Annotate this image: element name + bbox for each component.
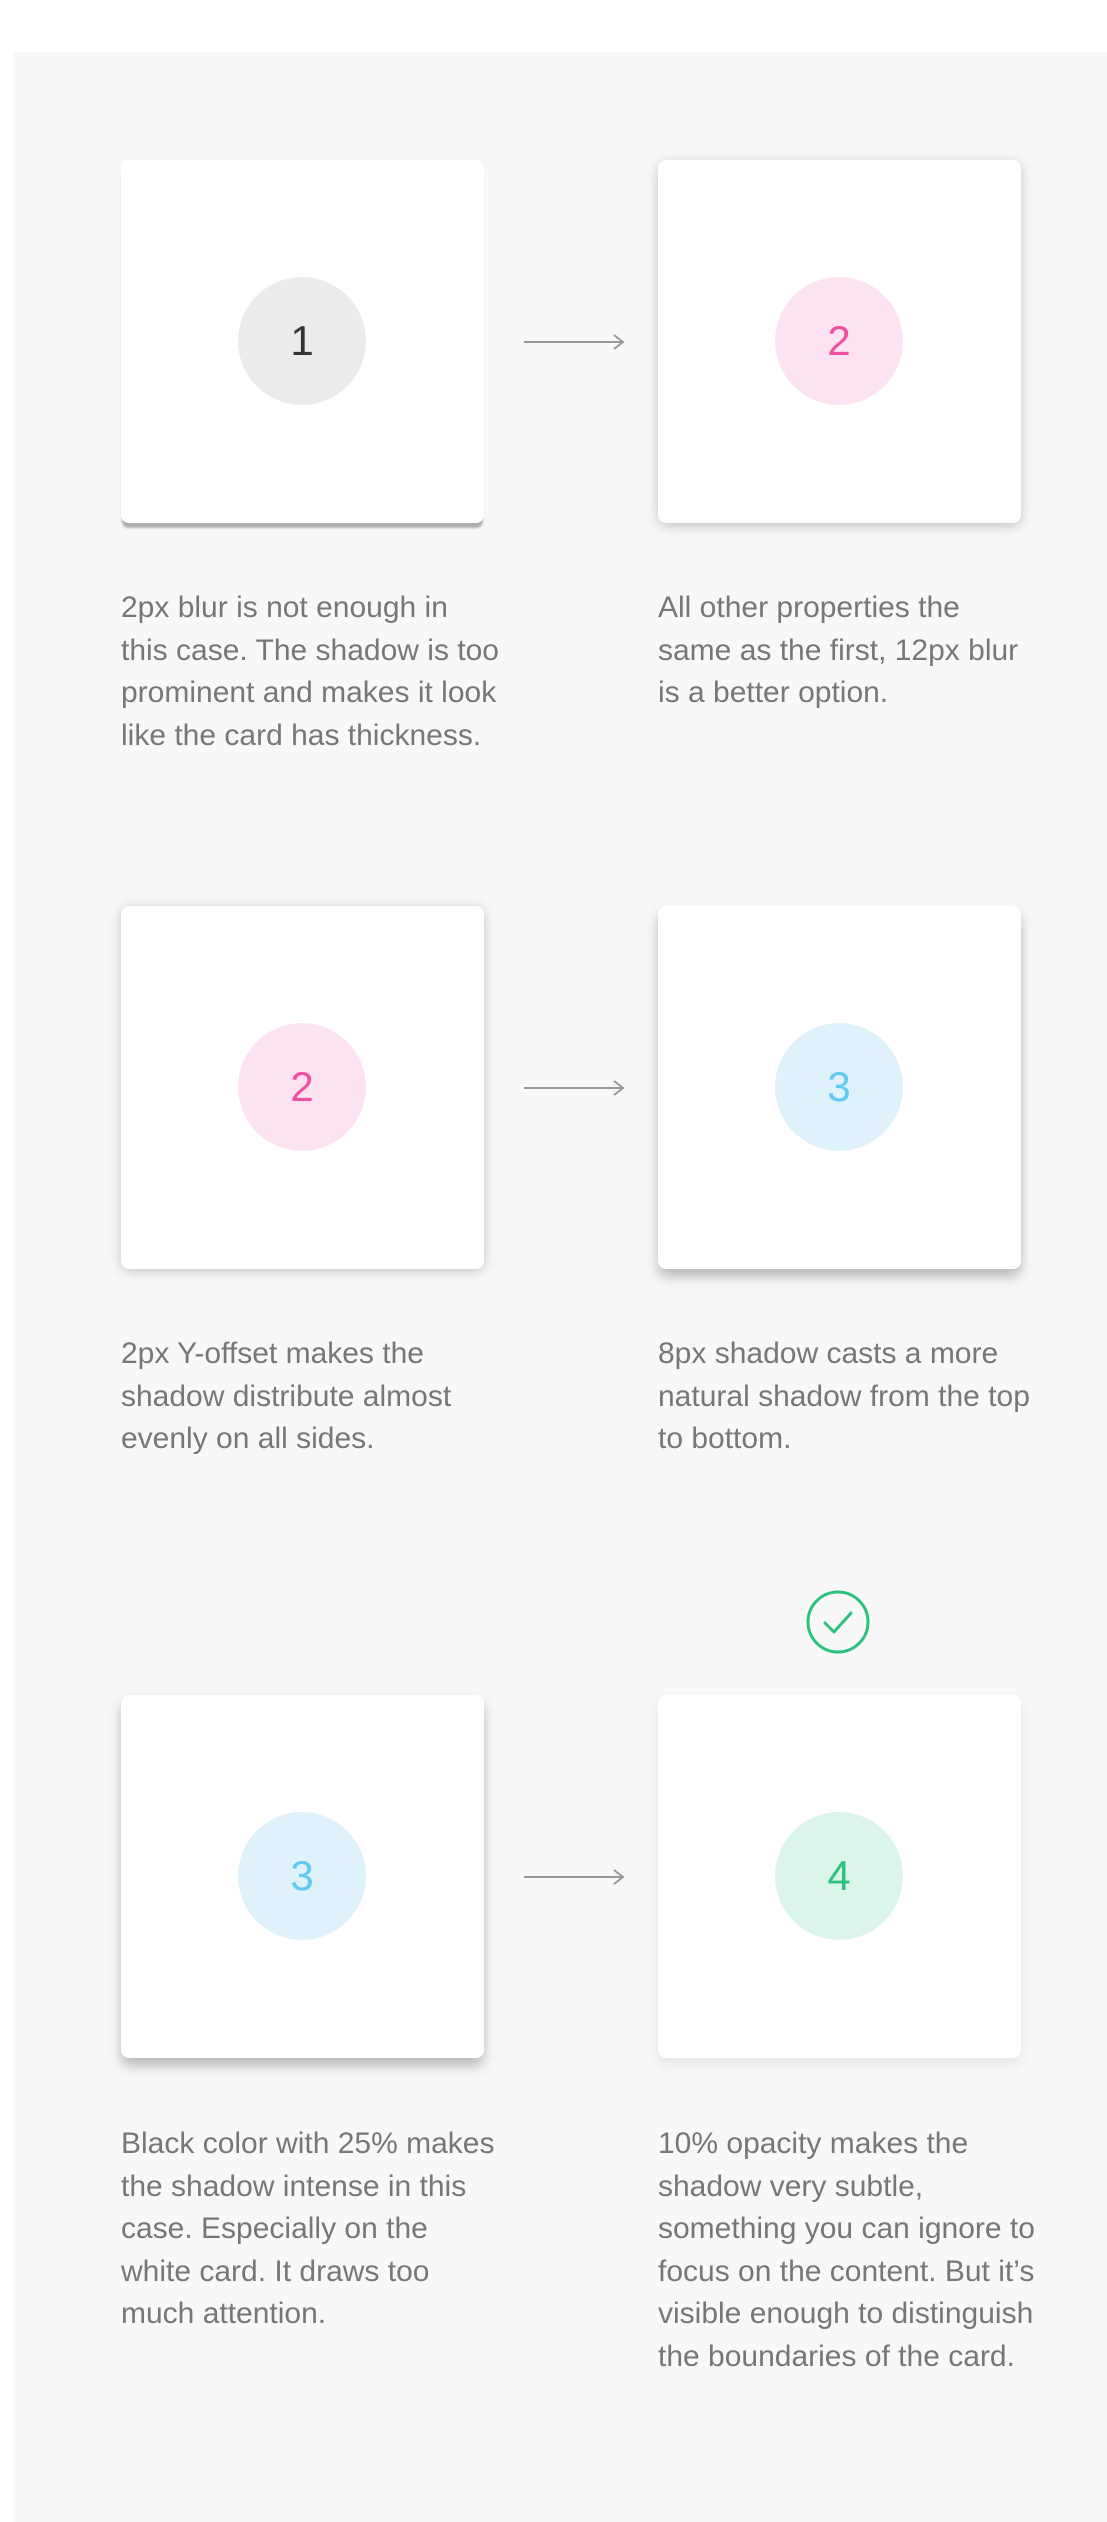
comparison-panel: 1 2 2px blur is not enough in this case.… — [14, 52, 1107, 2522]
step-number: 4 — [827, 1852, 851, 1899]
arrow-right-icon — [524, 334, 625, 350]
caption-left-3: Black color with 25% makes the shadow in… — [121, 2127, 495, 2330]
step-badge-2: 2 — [238, 1023, 366, 1151]
card-example-4: 3 — [658, 906, 1021, 1269]
caption-right-1: All other properties the same as the fir… — [658, 591, 1019, 709]
step-number: 1 — [290, 317, 314, 364]
step-badge-1: 1 — [238, 277, 366, 405]
card-example-2: 2 — [658, 160, 1021, 523]
arrow-right-icon — [524, 1080, 625, 1096]
arrow-right-icon — [524, 1869, 625, 1885]
step-number: 2 — [827, 317, 851, 364]
card-example-5: 3 — [121, 1695, 484, 2058]
check-circle-icon — [806, 1590, 870, 1654]
step-badge-2: 2 — [775, 277, 903, 405]
step-badge-3: 3 — [775, 1023, 903, 1151]
card-example-3: 2 — [121, 906, 484, 1269]
caption-left-1: 2px blur is not enough in this case. The… — [121, 591, 499, 752]
step-number: 3 — [290, 1852, 314, 1899]
caption-right-2: 8px shadow casts a more natural shadow f… — [658, 1337, 1030, 1455]
caption-right-3: 10% opacity makes the shadow very subtle… — [658, 2127, 1035, 2373]
step-badge-3: 3 — [238, 1812, 366, 1940]
step-number: 2 — [290, 1063, 314, 1110]
caption-left-2: 2px Y-offset makes the shadow distribute… — [121, 1337, 452, 1455]
card-example-1: 1 — [121, 160, 484, 523]
step-number: 3 — [827, 1063, 851, 1110]
card-example-6: 4 — [658, 1695, 1021, 2058]
step-badge-4: 4 — [775, 1812, 903, 1940]
